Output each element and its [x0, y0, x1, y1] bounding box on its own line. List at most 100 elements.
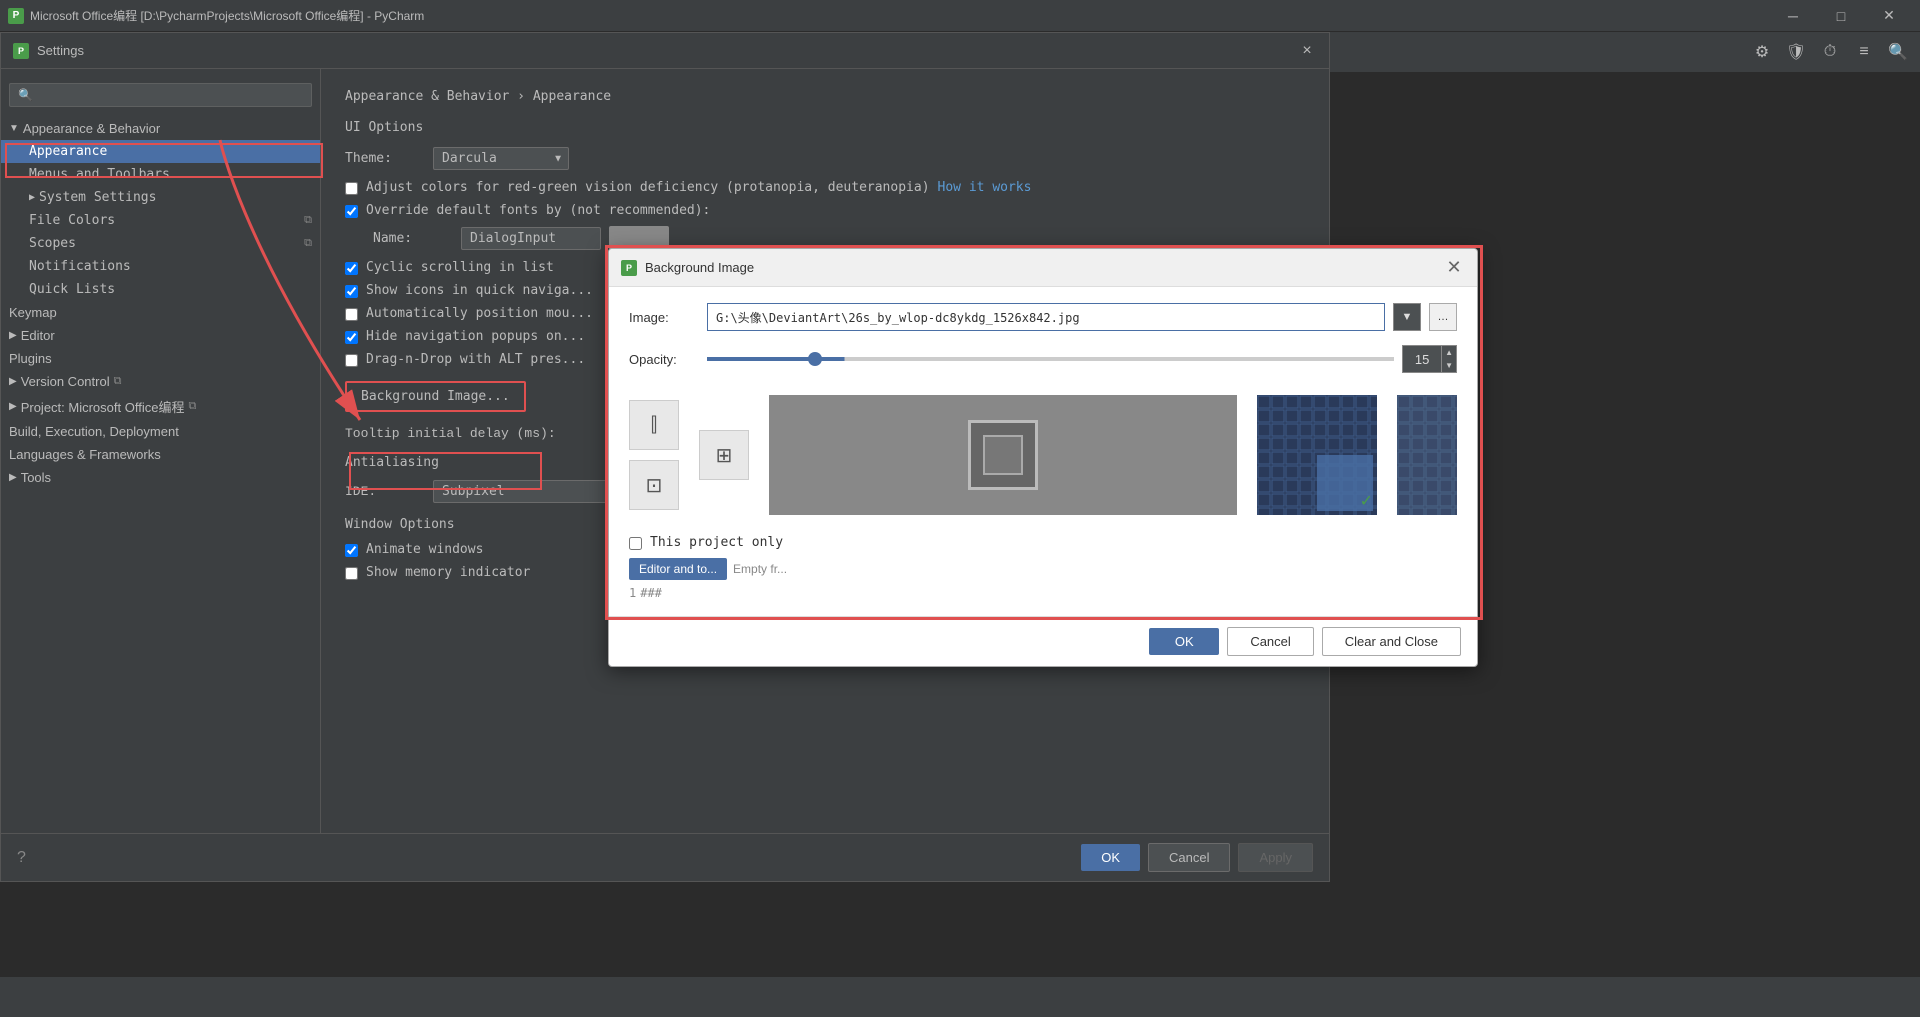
- name-row: Name:: [373, 226, 1305, 250]
- sidebar-item-system-settings[interactable]: ▶ System Settings: [1, 186, 320, 209]
- show-memory-checkbox[interactable]: [345, 567, 358, 580]
- copy-icon: ⧉: [188, 400, 196, 413]
- help-button[interactable]: ?: [17, 849, 26, 867]
- app-icon: P: [8, 8, 24, 24]
- ide-label: IDE:: [345, 484, 425, 499]
- settings-dialog-title: Settings: [37, 43, 1297, 58]
- animate-windows-checkbox[interactable]: [345, 544, 358, 557]
- animate-windows-row: Animate windows: [345, 542, 530, 557]
- sidebar-item-quick-lists[interactable]: Quick Lists: [1, 278, 320, 301]
- sidebar-section-appearance-behavior[interactable]: ▼ Appearance & Behavior: [1, 117, 320, 140]
- sidebar-item-menus-toolbars[interactable]: Menus and Toolbars: [1, 163, 320, 186]
- sidebar-item-label: Build, Execution, Deployment: [9, 424, 179, 439]
- bg-image-dialog: P Background Image ✕ Image: ▼ … Opacity:…: [608, 248, 1478, 667]
- opacity-increment-button[interactable]: ▲: [1442, 346, 1456, 359]
- bg-dialog-title: Background Image: [645, 260, 1443, 275]
- sidebar-item-label: Notifications: [29, 259, 131, 274]
- pattern-preview: ✓: [1257, 395, 1377, 515]
- settings-ok-button[interactable]: OK: [1081, 844, 1140, 871]
- animate-windows-label: Animate windows: [366, 542, 483, 557]
- sidebar-item-label: Editor: [21, 328, 55, 343]
- image-path-input[interactable]: [707, 303, 1385, 331]
- bg-dialog-title-bar: P Background Image ✕: [609, 249, 1477, 287]
- sidebar-section-plugins[interactable]: Plugins: [1, 347, 320, 370]
- image-path-row: Image: ▼ …: [629, 303, 1457, 331]
- sidebar-item-label: Project: Microsoft Office编程: [21, 397, 185, 416]
- toolbar-icon-1[interactable]: ⚙: [1748, 38, 1776, 66]
- empty-fr-label: Empty fr...: [733, 562, 787, 576]
- sidebar-item-label: Languages & Frameworks: [9, 447, 161, 462]
- cyclic-scrolling-checkbox[interactable]: [345, 262, 358, 275]
- sidebar-item-notifications[interactable]: Notifications: [1, 255, 320, 278]
- sidebar-section-languages[interactable]: Languages & Frameworks: [1, 443, 320, 466]
- maximize-button[interactable]: □: [1818, 0, 1864, 32]
- cyclic-scrolling-label: Cyclic scrolling in list: [366, 260, 554, 275]
- layout-fill-button[interactable]: ⊞: [699, 430, 749, 480]
- font-size-input: [609, 226, 669, 250]
- bg-dialog-cancel-button[interactable]: Cancel: [1227, 627, 1313, 656]
- image-browse-button[interactable]: …: [1429, 303, 1457, 331]
- settings-close-button[interactable]: ×: [1297, 41, 1317, 61]
- override-fonts-checkbox[interactable]: [345, 205, 358, 218]
- checkmark-icon: ✓: [1360, 491, 1373, 511]
- toolbar-icon-4[interactable]: ≡: [1850, 38, 1878, 66]
- opacity-decrement-button[interactable]: ▼: [1442, 359, 1456, 372]
- sidebar-item-appearance[interactable]: Appearance: [1, 140, 320, 163]
- copy-icon: ⧉: [304, 213, 312, 227]
- show-icons-checkbox[interactable]: [345, 285, 358, 298]
- search-container: [1, 77, 320, 113]
- sidebar-item-file-colors[interactable]: File Colors ⧉: [1, 209, 320, 232]
- sidebar-section-version-control[interactable]: ▶ Version Control ⧉: [1, 370, 320, 393]
- title-bar: P Microsoft Office编程 [D:\PycharmProjects…: [0, 0, 1920, 32]
- layout-columns-button[interactable]: ⫿: [629, 400, 679, 450]
- settings-bottom-bar: ? OK Cancel Apply: [1, 833, 1329, 881]
- expand-arrow-icon: ▶: [29, 192, 35, 203]
- line-number-row: 1 ###: [629, 586, 1457, 600]
- auto-position-checkbox[interactable]: [345, 308, 358, 321]
- toolbar-icon-2[interactable]: 🛡: [1782, 38, 1810, 66]
- theme-label: Theme:: [345, 151, 425, 166]
- hash-label: ###: [640, 586, 662, 600]
- sidebar-section-tools[interactable]: ▶ Tools: [1, 466, 320, 489]
- bg-dialog-ok-button[interactable]: OK: [1149, 628, 1219, 655]
- sidebar-item-scopes[interactable]: Scopes ⧉: [1, 232, 320, 255]
- bg-dialog-clear-button[interactable]: Clear and Close: [1322, 627, 1461, 656]
- window-title: Microsoft Office编程 [D:\PycharmProjects\M…: [30, 7, 1770, 24]
- vision-deficiency-checkbox[interactable]: [345, 182, 358, 195]
- vision-deficiency-row: Adjust colors for red-green vision defic…: [345, 180, 1305, 195]
- sidebar-item-label: Version Control: [21, 374, 110, 389]
- how-it-works-link[interactable]: How it works: [938, 180, 1032, 195]
- bg-dialog-icon: P: [621, 260, 637, 276]
- sidebar-section-build[interactable]: Build, Execution, Deployment: [1, 420, 320, 443]
- search-toolbar-button[interactable]: 🔍: [1884, 38, 1912, 66]
- pattern-svg-right: [1397, 395, 1457, 515]
- opacity-label: Opacity:: [629, 352, 699, 367]
- this-project-only-checkbox[interactable]: [629, 537, 642, 550]
- expand-arrow-icon: ▶: [9, 376, 17, 387]
- drag-drop-checkbox[interactable]: [345, 354, 358, 367]
- sidebar-section-project[interactable]: ▶ Project: Microsoft Office编程 ⧉: [1, 393, 320, 420]
- theme-dropdown[interactable]: Darcula IntelliJ High Contrast: [433, 147, 569, 170]
- sidebar-section-editor[interactable]: ▶ Editor: [1, 324, 320, 347]
- settings-apply-button[interactable]: Apply: [1238, 843, 1313, 872]
- bg-dialog-body: Image: ▼ … Opacity: ▲ ▼ ⫿ ⊡: [609, 287, 1477, 616]
- bg-dialog-close-button[interactable]: ✕: [1443, 257, 1465, 279]
- image-dropdown-button[interactable]: ▼: [1393, 303, 1421, 331]
- editor-and-to-button[interactable]: Editor and to...: [629, 558, 727, 580]
- toolbar-icon-3[interactable]: ⏱: [1816, 38, 1844, 66]
- override-fonts-row: Override default fonts by (not recommend…: [345, 203, 1305, 218]
- layout-center-button[interactable]: ⊡: [629, 460, 679, 510]
- window-controls: ─ □ ✕: [1770, 0, 1912, 32]
- hide-navigation-checkbox[interactable]: [345, 331, 358, 344]
- layout-icon-group-2: ⊞: [699, 430, 749, 480]
- editor-preview-row: Editor and to... Empty fr...: [629, 558, 1457, 580]
- name-input[interactable]: [461, 227, 601, 250]
- background-image-button[interactable]: Background Image...: [345, 381, 526, 412]
- opacity-value-input[interactable]: [1403, 346, 1441, 372]
- opacity-slider[interactable]: [707, 357, 1394, 361]
- minimize-button[interactable]: ─: [1770, 0, 1816, 32]
- search-input[interactable]: [9, 83, 312, 107]
- sidebar-section-keymap[interactable]: Keymap: [1, 301, 320, 324]
- close-button[interactable]: ✕: [1866, 0, 1912, 32]
- settings-cancel-button[interactable]: Cancel: [1148, 843, 1230, 872]
